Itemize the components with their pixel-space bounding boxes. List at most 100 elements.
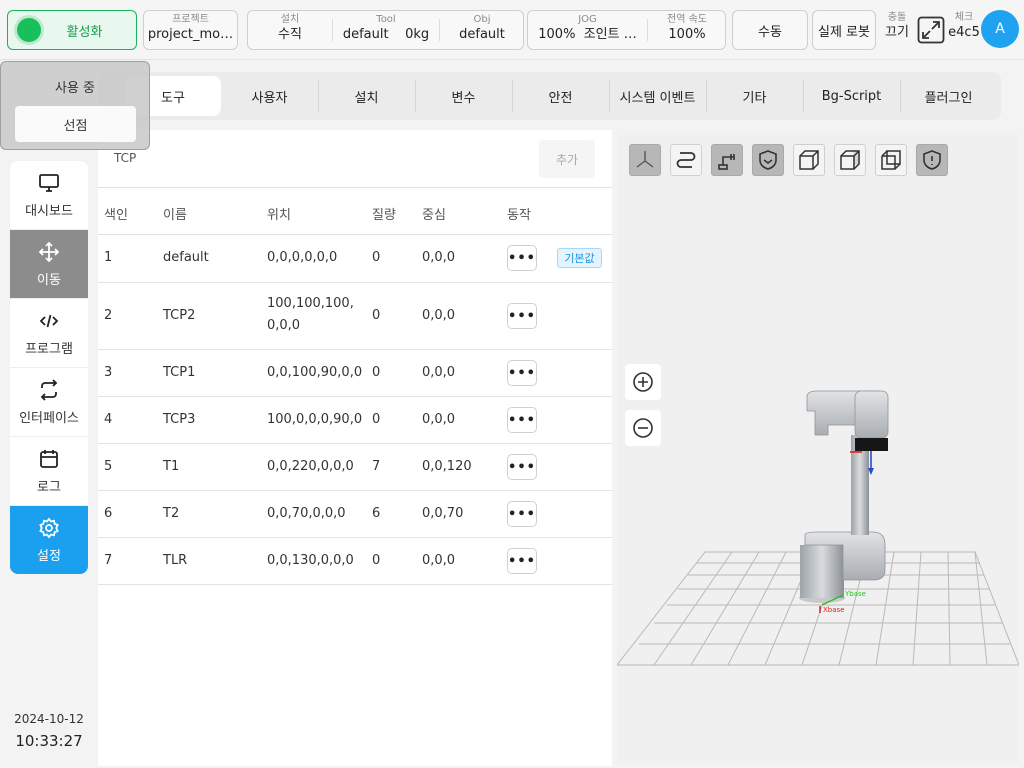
robot-flange — [855, 438, 888, 451]
row-index: 2 — [104, 308, 113, 323]
fullscreen-expand-icon[interactable] — [917, 16, 945, 44]
table-row[interactable]: 1 default 0,0,0,0,0,0 0 0,0,0 ••• 기본값 — [98, 235, 612, 283]
nav-move[interactable]: 이동 — [10, 230, 88, 299]
tab-other[interactable]: 기타 — [706, 76, 803, 116]
obj-selector[interactable]: Obj default — [440, 11, 524, 49]
install-tool-obj-group: 설치 수직 Tool default 0kg Obj default — [247, 10, 524, 50]
row-more-button[interactable]: ••• — [507, 548, 537, 574]
swap-icon — [38, 378, 60, 401]
base-x-label: Xbase — [823, 606, 844, 614]
tab-variables[interactable]: 변수 — [415, 76, 512, 116]
row-position: 0,0,220,0,0,0 — [267, 459, 354, 474]
robot-3d-view[interactable]: Xbase Ybase — [617, 135, 1019, 763]
activate-button[interactable]: 활성화 — [7, 10, 137, 50]
row-index: 7 — [104, 553, 113, 568]
real-robot-button[interactable]: 실제 로봇 — [812, 10, 876, 50]
row-more-button[interactable]: ••• — [507, 407, 537, 433]
jog-percent: 100% — [538, 27, 576, 42]
table-row[interactable]: 2 TCP2 100,100,100,0,0,0 0 0,0,0 ••• — [98, 283, 612, 350]
manual-mode-button[interactable]: 수동 — [732, 10, 808, 50]
global-speed-selector[interactable]: 전역 속도 100% — [648, 11, 726, 49]
row-more-button[interactable]: ••• — [507, 360, 537, 386]
row-position: 0,0,100,90,0,0 — [267, 365, 363, 380]
monitor-icon — [38, 172, 60, 194]
row-mass: 0 — [372, 553, 381, 568]
check-indicator[interactable]: 체크 e4c5 — [948, 12, 980, 42]
table-header: 색인 이름 위치 질량 중심 동작 — [98, 187, 612, 235]
tool-selector[interactable]: Tool default 0kg — [333, 11, 439, 49]
user-avatar[interactable]: A — [981, 10, 1019, 48]
row-center: 0,0,70 — [422, 506, 464, 521]
robot-scene: Xbase Ybase — [617, 390, 1019, 666]
row-center: 0,0,0 — [422, 412, 456, 427]
col-center: 중심 — [422, 208, 446, 223]
row-mass: 0 — [372, 412, 381, 427]
row-more-button[interactable]: ••• — [507, 303, 537, 329]
table-row[interactable]: 6 T2 0,0,70,0,0,0 6 0,0,70 ••• — [98, 491, 612, 538]
collision-key: 충돌 — [887, 12, 907, 23]
tab-plugins[interactable]: 플러그인 — [900, 76, 997, 116]
tab-system-events[interactable]: 시스템 이벤트 — [609, 76, 706, 116]
row-center: 0,0,0 — [422, 308, 456, 323]
row-index: 4 — [104, 412, 113, 427]
tab-install[interactable]: 설치 — [318, 76, 415, 116]
col-position: 위치 — [267, 208, 291, 223]
row-center: 0,0,0 — [422, 250, 456, 265]
row-index: 3 — [104, 365, 113, 380]
nav-log[interactable]: 로그 — [10, 437, 88, 506]
table-row[interactable]: 5 T1 0,0,220,0,0,0 7 0,0,120 ••• — [98, 444, 612, 491]
row-name: default — [163, 250, 209, 265]
tcp-panel: TCP 추가 색인 이름 위치 질량 중심 동작 1 default 0,0,0… — [98, 130, 612, 766]
collision-value: 끄기 — [885, 25, 909, 40]
nav-dashboard-label: 대시보드 — [25, 203, 73, 219]
tab-safety[interactable]: 안전 — [512, 76, 609, 116]
row-name: TCP1 — [163, 365, 196, 380]
check-value: e4c5 — [948, 25, 980, 40]
real-robot-label: 실제 로봇 — [818, 24, 870, 40]
base-y-label: Ybase — [844, 590, 866, 598]
nav-interface[interactable]: 인터페이스 — [10, 368, 88, 437]
install-key: 설치 — [280, 14, 300, 25]
install-selector[interactable]: 설치 수직 — [248, 11, 332, 49]
collision-toggle[interactable]: 충돌 끄기 — [882, 12, 912, 42]
project-selector[interactable]: 프로젝트 project_mo… — [143, 10, 238, 50]
manual-label: 수동 — [758, 24, 782, 40]
tool-mass: 0kg — [405, 27, 430, 42]
table-row[interactable]: 4 TCP3 100,0,0,0,90,0 0 0,0,0 ••• — [98, 397, 612, 444]
preempt-button[interactable]: 선점 — [15, 106, 136, 142]
row-more-button[interactable]: ••• — [507, 501, 537, 527]
row-mass: 7 — [372, 459, 381, 474]
default-badge: 기본값 — [557, 248, 602, 268]
global-speed-value: 100% — [668, 27, 706, 42]
nav-settings[interactable]: 설정 — [10, 506, 88, 574]
row-position: 100,100,100,0,0,0 — [267, 296, 354, 333]
row-mass: 6 — [372, 506, 381, 521]
obj-key: Obj — [473, 14, 491, 25]
jog-mode: 조인트 … — [583, 27, 637, 42]
add-tcp-button[interactable]: 추가 — [539, 140, 595, 178]
tab-bg-script[interactable]: Bg-Script — [803, 76, 900, 116]
panel-title: TCP — [114, 151, 137, 165]
table-row[interactable]: 7 TLR 0,0,130,0,0,0 0 0,0,0 ••• — [98, 538, 612, 585]
jog-selector[interactable]: JOG 100% 조인트 … — [528, 11, 647, 49]
nav-program-label: 프로그램 — [25, 341, 73, 357]
status-time: 10:33:27 — [15, 732, 83, 750]
main-nav-sidebar: 대시보드 이동 프로그램 인터페이스 로그 설정 — [10, 161, 88, 574]
row-position: 0,0,0,0,0,0 — [267, 250, 338, 265]
nav-dashboard[interactable]: 대시보드 — [10, 161, 88, 230]
col-index: 색인 — [104, 208, 128, 223]
row-name: T1 — [163, 459, 180, 474]
row-more-button[interactable]: ••• — [507, 454, 537, 480]
nav-interface-label: 인터페이스 — [19, 410, 79, 426]
calendar-icon — [38, 448, 60, 470]
row-index: 1 — [104, 250, 113, 265]
row-position: 0,0,130,0,0,0 — [267, 553, 354, 568]
row-mass: 0 — [372, 250, 381, 265]
row-name: T2 — [163, 506, 180, 521]
nav-program[interactable]: 프로그램 — [10, 299, 88, 368]
global-speed-key: 전역 속도 — [667, 14, 707, 25]
table-row[interactable]: 3 TCP1 0,0,100,90,0,0 0 0,0,0 ••• — [98, 350, 612, 397]
jog-key: JOG — [578, 14, 597, 25]
row-more-button[interactable]: ••• — [507, 245, 537, 271]
tab-user[interactable]: 사용자 — [221, 76, 318, 116]
